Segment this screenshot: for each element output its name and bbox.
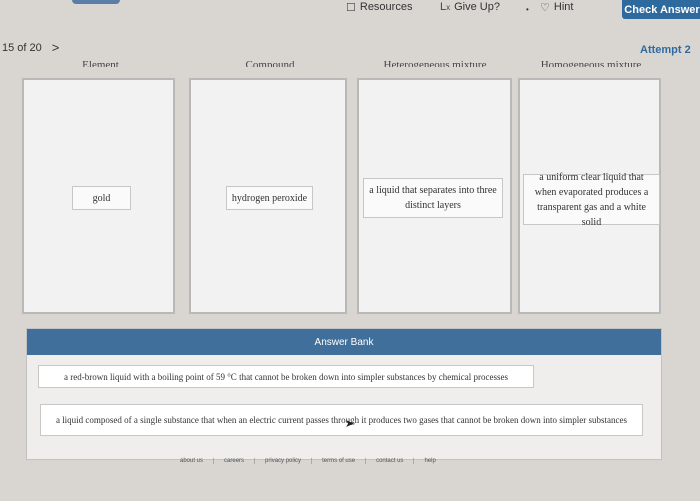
mouse-cursor-icon: ➤ (345, 418, 355, 430)
answer-bank-header: Answer Bank (27, 329, 661, 355)
column-header-element: Element (82, 59, 119, 67)
resources-button[interactable]: ☐ Resources (346, 0, 412, 14)
card-hydrogen-peroxide[interactable]: hydrogen peroxide (226, 186, 313, 210)
separator-dot: • (526, 4, 529, 14)
give-up-icon: Lx (440, 1, 451, 13)
footer-privacy-link[interactable]: privacy policy (255, 458, 313, 464)
card-gold[interactable]: gold (72, 186, 131, 210)
column-header-heterogeneous: Heterogeneous mixture (383, 59, 487, 67)
bank-card-red-brown-liquid[interactable]: a red-brown liquid with a boiling point … (38, 365, 534, 388)
answer-bank-title: Answer Bank (314, 336, 374, 348)
question-nav: 15 of 20 > (2, 40, 59, 55)
card-three-layers[interactable]: a liquid that separates into three disti… (363, 178, 503, 218)
footer-help-link[interactable]: help (414, 458, 445, 464)
column-header-homogeneous: Homogeneous mixture (540, 59, 642, 67)
resources-label: Resources (359, 1, 413, 13)
answer-bank: Answer Bank (26, 328, 662, 460)
check-answer-label: Check Answer (624, 3, 700, 16)
check-answer-button[interactable]: Check Answer (622, 0, 700, 19)
attempt-label: Attempt 2 (640, 44, 691, 56)
footer-careers-link[interactable]: careers (214, 458, 256, 464)
footer-links: about us careers privacy policy terms of… (170, 458, 446, 464)
next-question-icon[interactable]: > (52, 40, 60, 55)
question-counter: 15 of 20 (2, 41, 42, 54)
lightbulb-icon: ♡ (540, 1, 550, 14)
column-header-compound: Compound (245, 59, 295, 67)
footer-contact-link[interactable]: contact us (366, 458, 415, 464)
hint-label: Hint (553, 1, 574, 13)
footer-terms-link[interactable]: terms of use (312, 458, 367, 464)
resources-icon: ☐ (346, 1, 356, 14)
footer-about-link[interactable]: about us (170, 458, 215, 464)
hint-button[interactable]: ♡ Hint (540, 0, 573, 14)
give-up-button[interactable]: Lx Give Up? (440, 0, 500, 14)
top-left-button-partial[interactable] (72, 0, 120, 4)
bank-card-single-substance-liquid[interactable]: a liquid composed of a single substance … (40, 404, 643, 436)
card-uniform-clear-liquid[interactable]: a uniform clear liquid that when evapora… (523, 172, 660, 228)
give-up-label: Give Up? (454, 1, 500, 13)
